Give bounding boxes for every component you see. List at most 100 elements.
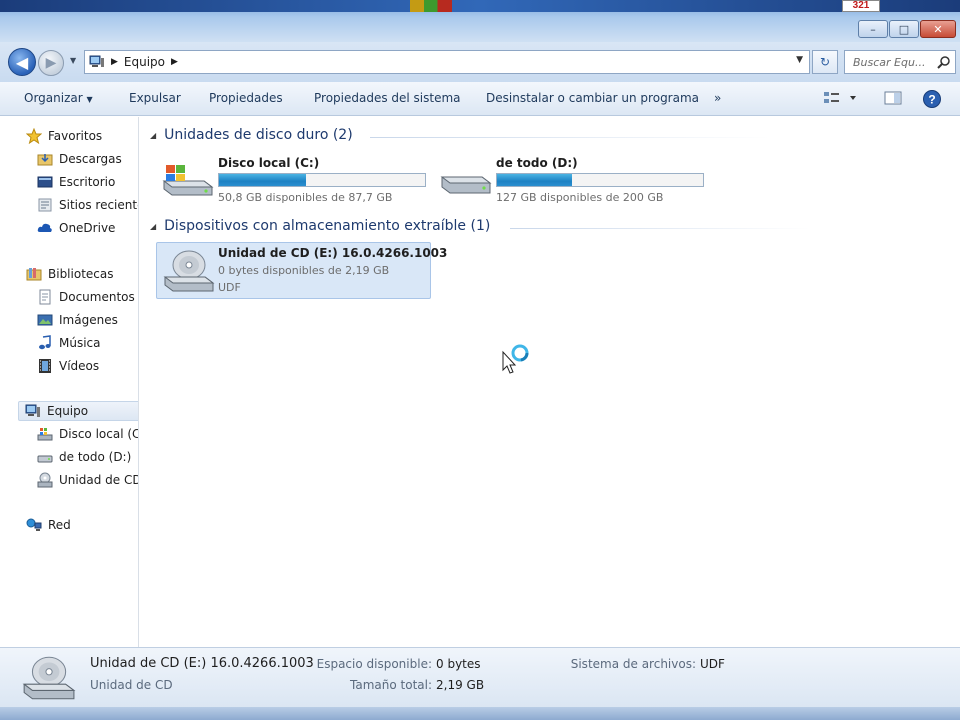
breadcrumb-separator[interactable]: ▶ [111,57,118,67]
sidebar-item-local-disk[interactable]: Disco local (C:) [37,424,138,444]
taskbar-strip [0,0,960,12]
sidebar-item-de-todo[interactable]: de todo (D:) [37,447,131,467]
sidebar-item-cd-drive[interactable]: Unidad de CD (E:) 16.0.4266.1003 [37,470,138,490]
collapse-triangle-icon: ◢ [150,221,157,231]
recent-pages-dropdown[interactable]: ▼ [70,56,76,65]
address-bar[interactable]: ▶ Equipo ▶ ▼ [84,50,810,74]
cd-drive-icon [37,472,53,488]
mouse-cursor-busy-icon [502,344,529,374]
drive-free-space: 127 GB disponibles de 200 GB [496,191,664,204]
file-view: ◢ Unidades de disco duro (2) Disco local… [140,117,960,647]
drive-usage-bar [496,173,704,187]
eject-button[interactable]: Expulsar [129,91,181,105]
sidebar-item-favorites[interactable]: Favoritos [25,126,102,146]
sidebar-item-documents[interactable]: Documentos [37,287,135,307]
drive-tile-cd[interactable]: Unidad de CD (E:) 16.0.4266.1003 0 bytes… [156,242,447,299]
recent-places-icon [37,197,53,213]
group-header-hard-drives[interactable]: ◢ Unidades de disco duro (2) [150,127,353,143]
arrow-right-icon: ▶ [45,55,57,71]
group-divider [370,137,770,138]
sidebar-item-downloads[interactable]: Descargas [37,149,122,169]
computer-icon [89,55,104,67]
star-icon [25,127,43,145]
drive-free-space: 50,8 GB disponibles de 87,7 GB [218,191,393,204]
search-input[interactable] [853,55,933,69]
sidebar-item-music[interactable]: Música [37,333,101,353]
watermark-logo: 321 [842,0,880,12]
sidebar-item-onedrive[interactable]: OneDrive [37,218,115,238]
group-header-removable[interactable]: ◢ Dispositivos con almacenamiento extraí… [150,218,490,234]
picture-icon [37,312,53,328]
film-icon [37,358,53,374]
desktop-icon [37,174,53,190]
help-icon: ? [923,90,941,108]
collapse-triangle-icon: ◢ [150,130,157,140]
hard-drive-icon [37,449,53,465]
sidebar-item-desktop[interactable]: Escritorio [37,172,115,192]
properties-button[interactable]: Propiedades [209,91,283,105]
document-icon [37,289,53,305]
drive-usage-fill [497,174,573,186]
uninstall-program-button[interactable]: Desinstalar o cambiar un programa [486,91,699,105]
more-commands-button[interactable]: » [714,91,721,105]
view-options-icon [824,92,856,103]
maximize-button[interactable]: □ [889,20,919,38]
drive-usage-fill [219,174,306,186]
forward-button[interactable]: ▶ [38,50,64,76]
downloads-folder-icon [37,151,53,167]
command-bar: Organizar ▼ Expulsar Propiedades Propied… [0,82,960,116]
refresh-icon: ↻ [819,55,831,69]
network-icon [26,517,42,533]
music-note-icon [37,335,53,351]
navigation-pane: Favoritos Descargas Escritorio Sitios re… [0,117,139,647]
computer-icon [25,403,41,419]
hard-drive-windows-icon [37,426,53,442]
address-row: ◀ ▶ ▼ ▶ Equipo ▶ ▼ ↻ [0,42,960,82]
details-fs-value: UDF [700,657,725,671]
sidebar-item-videos[interactable]: Vídeos [37,356,99,376]
sidebar-item-recent[interactable]: Sitios recientes [37,195,138,215]
group-divider [510,228,810,229]
sidebar-item-pictures[interactable]: Imágenes [37,310,118,330]
address-history-dropdown[interactable]: ▼ [796,55,803,65]
drive-name: Unidad de CD (E:) 16.0.4266.1003 [218,246,448,260]
hard-drive-icon [440,176,492,194]
window-bottom-border [0,707,960,720]
change-view-button[interactable] [822,89,858,110]
back-button[interactable]: ◀ [8,48,36,76]
organize-menu[interactable]: Organizar ▼ [24,91,93,105]
system-properties-button[interactable]: Propiedades del sistema [314,91,461,105]
close-button[interactable]: ✕ [920,20,956,38]
help-button[interactable]: ? [922,89,942,112]
drive-filesystem: UDF [218,281,241,294]
preview-pane-icon [884,91,902,105]
drive-usage-bar [218,173,426,187]
details-total-value: 2,19 GB [436,678,485,692]
taskbar-app-icon[interactable] [410,0,452,12]
preview-pane-button[interactable] [884,89,902,110]
window-controls: – □ ✕ [858,20,956,38]
breadcrumb-separator[interactable]: ▶ [171,57,178,67]
cloud-icon [37,220,53,236]
details-title: Unidad de CD (E:) 16.0.4266.1003 [90,656,314,671]
sidebar-item-network[interactable]: Red [26,515,71,535]
drive-tile-d[interactable]: de todo (D:) 127 GB disponibles de 200 G… [438,153,708,205]
refresh-button[interactable]: ↻ [812,50,838,74]
details-free-label: Espacio disponible: [316,657,432,671]
sidebar-item-computer[interactable]: Equipo [18,401,138,421]
breadcrumb-equipo[interactable]: Equipo [124,55,165,69]
libraries-icon [26,266,42,282]
hard-drive-windows-icon [162,165,214,196]
svg-text:?: ? [928,93,935,107]
cd-drive-icon [163,250,215,292]
details-pane: Unidad de CD (E:) 16.0.4266.1003 Unidad … [0,647,960,707]
details-fs-label: Sistema de archivos: [570,657,696,671]
details-subtitle: Unidad de CD [90,678,173,692]
drive-tile-c[interactable]: Disco local (C:) 50,8 GB disponibles de … [160,153,430,205]
arrow-left-icon: ◀ [15,52,29,72]
minimize-button[interactable]: – [858,20,888,38]
sidebar-item-libraries[interactable]: Bibliotecas [26,264,113,284]
search-box[interactable] [844,50,956,74]
details-total-label: Tamaño total: [350,678,432,692]
cd-drive-icon [22,656,76,700]
